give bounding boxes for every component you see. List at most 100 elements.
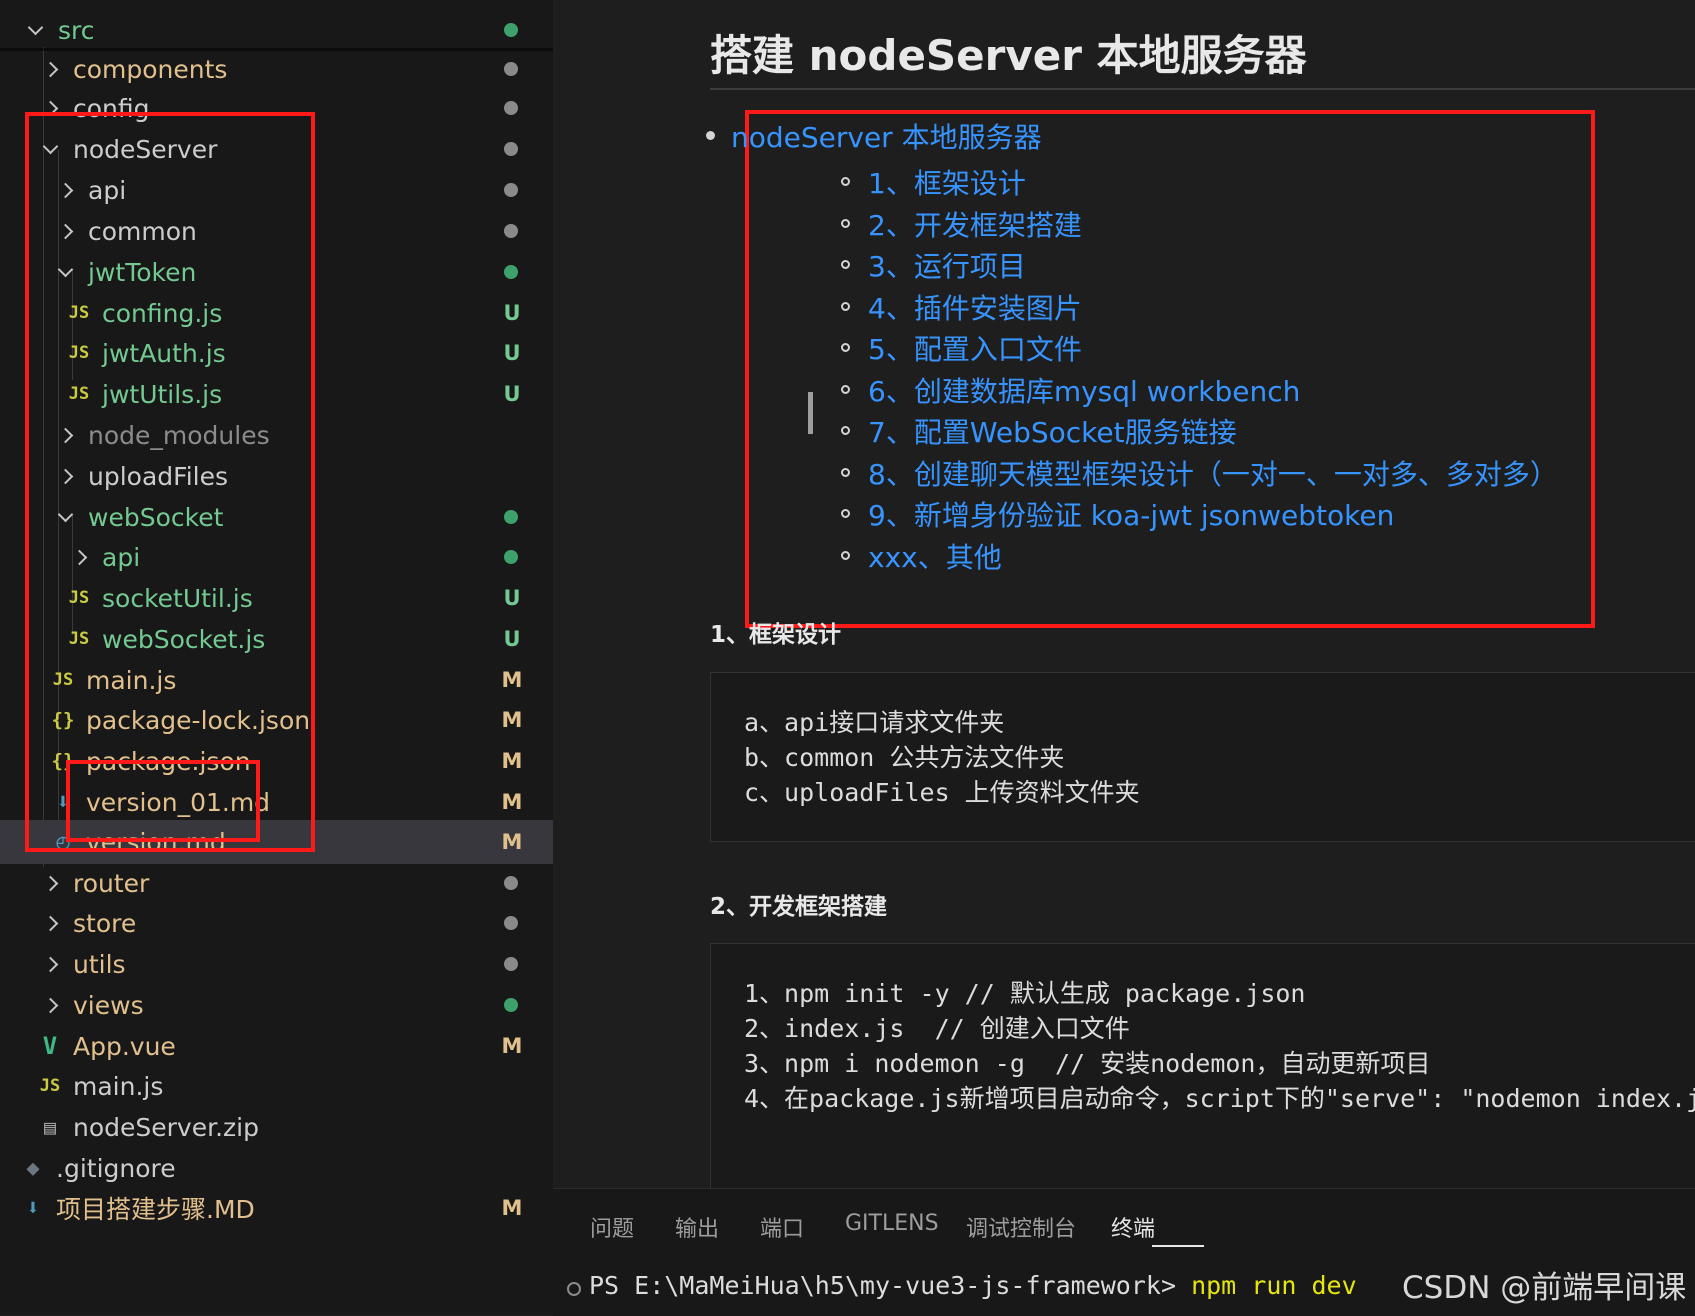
tab-gitlens[interactable]: GITLENS (845, 1211, 939, 1236)
sticky-header-shadow (0, 48, 553, 51)
vue-file-icon: V (42, 1032, 58, 1060)
git-status-badge: M (501, 790, 523, 814)
explorer-file[interactable]: ⬇ 项目搭建步骤.MD M (0, 1186, 553, 1230)
git-status-badge: U (503, 627, 521, 651)
explorer-item-label: router (73, 868, 150, 898)
explorer-folder[interactable]: router (0, 861, 553, 905)
git-file-icon: ◆ (26, 1155, 40, 1181)
git-status-dot (504, 62, 518, 76)
terminal-line[interactable]: PS E:\MaMeiHua\h5\my-vue3-js-framework> … (565, 1271, 1357, 1300)
toc-sub-bullet (841, 468, 850, 477)
toc-link[interactable]: 5、配置入口文件 (868, 328, 1082, 368)
active-tab-underline (1152, 1245, 1204, 1247)
code-block-dev-setup: 1、npm init -y // 默认生成 package.json 2、ind… (710, 943, 1695, 1188)
code-line: b、common 公共方法文件夹 (744, 743, 1065, 772)
git-status-dot (504, 23, 518, 37)
highlight-box-version-files (66, 760, 260, 842)
explorer-file[interactable]: JS main.js (0, 1064, 553, 1108)
explorer-item-label: main.js (73, 1071, 164, 1101)
explorer-item-label: 项目搭建步骤.MD (56, 1195, 255, 1224)
toc-sub-bullet (841, 343, 850, 352)
git-status-dot (504, 224, 518, 238)
toc-root-bullet (706, 131, 715, 140)
explorer-folder[interactable]: store (0, 901, 553, 945)
tab-output[interactable]: 输出 (675, 1211, 719, 1243)
section-heading-framework-design: 1、框架设计 (710, 622, 842, 648)
code-line: 1、npm init -y // 默认生成 package.json (744, 979, 1306, 1008)
toc-sub-bullet (841, 260, 850, 269)
git-status-dot (504, 957, 518, 971)
code-line: c、uploadFiles 上传资料文件夹 (744, 778, 1140, 807)
code-line: 4、在package.js新增项目启动命令，script下的"serve": "… (744, 1084, 1695, 1113)
explorer-folder[interactable]: components (0, 47, 553, 91)
git-status-dot (504, 998, 518, 1012)
explorer-file[interactable]: V App.vue M (0, 1024, 553, 1068)
code-line: a、api接口请求文件夹 (744, 708, 1005, 737)
code-line: 3、npm i nodemon -g // 安装nodemon，自动更新项目 (744, 1049, 1431, 1078)
javascript-file-icon: JS (39, 1076, 61, 1096)
chevron-right-icon (37, 951, 63, 977)
git-status-dot (504, 142, 518, 156)
explorer-item-label: App.vue (73, 1031, 176, 1061)
tab-debug-console[interactable]: 调试控制台 (966, 1211, 1076, 1243)
chevron-right-icon (37, 992, 63, 1018)
page-title: 搭建 nodeServer 本地服务器 (710, 31, 1307, 80)
toc-sub-bullet (841, 385, 850, 394)
toc-link[interactable]: xxx、其他 (868, 536, 1002, 576)
toc-link[interactable]: 1、框架设计 (868, 162, 1026, 202)
terminal-command: npm run dev (1191, 1271, 1357, 1300)
terminal-prompt: PS E:\MaMeiHua\h5\my-vue3-js-framework> (589, 1271, 1192, 1300)
tab-problems[interactable]: 问题 (590, 1211, 634, 1243)
explorer-item-label: views (73, 990, 144, 1020)
git-status-dot (504, 183, 518, 197)
highlight-box-nodeserver (25, 112, 315, 852)
chevron-right-icon (37, 910, 63, 936)
section-heading-dev-setup: 2、开发框架搭建 (710, 894, 888, 920)
chevron-right-icon (37, 56, 63, 82)
git-status-badge: U (503, 301, 521, 325)
toc-sub-bullet (841, 302, 850, 311)
explorer-item-label: nodeServer.zip (73, 1112, 259, 1142)
toc-sub-bullet (841, 219, 850, 228)
tab-terminal[interactable]: 终端 (1111, 1211, 1155, 1243)
tab-ports[interactable]: 端口 (760, 1211, 804, 1243)
toc-link[interactable]: 9、新增身份验证 koa-jwt jsonwebtoken (868, 494, 1394, 534)
toc-link[interactable]: 2、开发框架搭建 (868, 204, 1082, 244)
explorer-folder[interactable]: utils (0, 942, 553, 986)
explorer-file[interactable]: ▤ nodeServer.zip (0, 1105, 553, 1149)
toc-link[interactable]: 4、插件安装图片 (868, 287, 1082, 327)
explorer-item-label: utils (73, 949, 126, 979)
toc-link[interactable]: 8、创建聊天模型框架设计（一对一、一对多、多对多） (868, 453, 1558, 493)
watermark: CSDN @前端早间课 (1402, 1270, 1687, 1306)
git-status-badge: U (503, 586, 521, 610)
git-status-badge: U (503, 341, 521, 365)
explorer-folder[interactable]: views (0, 983, 553, 1027)
git-status-dot (504, 510, 518, 524)
code-block-framework-design: a、api接口请求文件夹 b、common 公共方法文件夹 c、uploadFi… (710, 672, 1695, 842)
toc-link[interactable]: 3、运行项目 (868, 245, 1026, 285)
toc-root-link[interactable]: nodeServer 本地服务器 (731, 116, 1042, 156)
git-status-badge: M (501, 1034, 523, 1058)
toc-link[interactable]: 6、创建数据库mysql workbench (868, 370, 1300, 410)
toc-link[interactable]: 7、配置WebSocket服务链接 (868, 411, 1237, 451)
git-status-dot (504, 101, 518, 115)
explorer-item-label: components (73, 54, 228, 84)
git-status-dot (504, 916, 518, 930)
explorer-item-label: store (73, 908, 137, 938)
git-status-dot (504, 876, 518, 890)
markdown-preview: 搭建 nodeServer 本地服务器 nodeServer 本地服务器 1、框… (553, 0, 1695, 1188)
git-status-badge: M (501, 1196, 523, 1220)
git-status-dot (504, 550, 518, 564)
git-status-badge: M (501, 668, 523, 692)
chevron-right-icon (37, 870, 63, 896)
title-divider (710, 88, 1695, 90)
toc-sub-bullet (841, 177, 850, 186)
git-status-badge: M (501, 708, 523, 732)
toc-active-indicator (808, 392, 813, 434)
explorer-file[interactable]: ◆ .gitignore (0, 1146, 553, 1190)
explorer-folder[interactable]: src (0, 8, 553, 52)
zip-file-icon: ▤ (43, 1115, 57, 1139)
git-status-badge: U (503, 382, 521, 406)
git-status-badge: M (501, 749, 523, 773)
git-status-badge: M (501, 830, 523, 854)
